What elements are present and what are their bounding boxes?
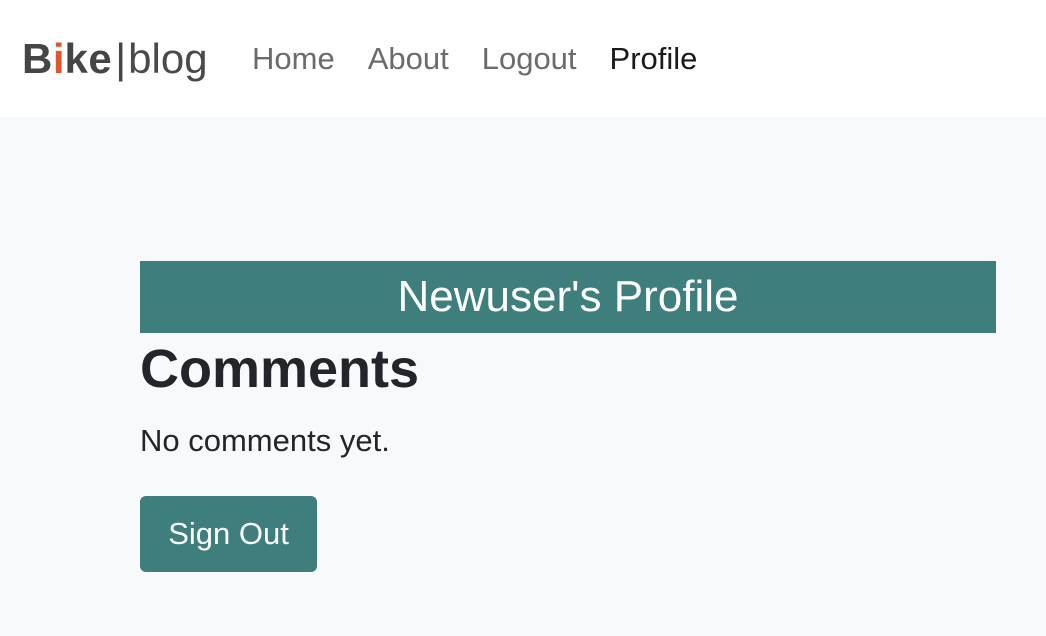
brand-text-bold: B xyxy=(22,35,53,82)
nav-link-profile[interactable]: Profile xyxy=(610,38,698,80)
nav-link-logout[interactable]: Logout xyxy=(482,38,577,80)
brand-text-accent: i xyxy=(52,35,65,82)
no-comments-message: No comments yet. xyxy=(140,423,390,458)
brand-logo-link[interactable]: Bike|blog xyxy=(22,34,208,84)
brand-separator: | xyxy=(115,35,127,82)
nav-link-home[interactable]: Home xyxy=(252,38,335,80)
sign-out-button[interactable]: Sign Out xyxy=(140,496,317,572)
brand-text-bold-end: ke xyxy=(64,35,113,82)
brand-text-light: blog xyxy=(128,35,208,82)
comments-heading: Comments xyxy=(140,339,420,399)
navbar: Bike|blog Home About Logout Profile xyxy=(0,0,1046,117)
profile-title-banner: Newuser's Profile xyxy=(140,261,996,333)
nav-link-about[interactable]: About xyxy=(368,38,449,80)
main-nav: Home About Logout Profile xyxy=(252,38,730,80)
